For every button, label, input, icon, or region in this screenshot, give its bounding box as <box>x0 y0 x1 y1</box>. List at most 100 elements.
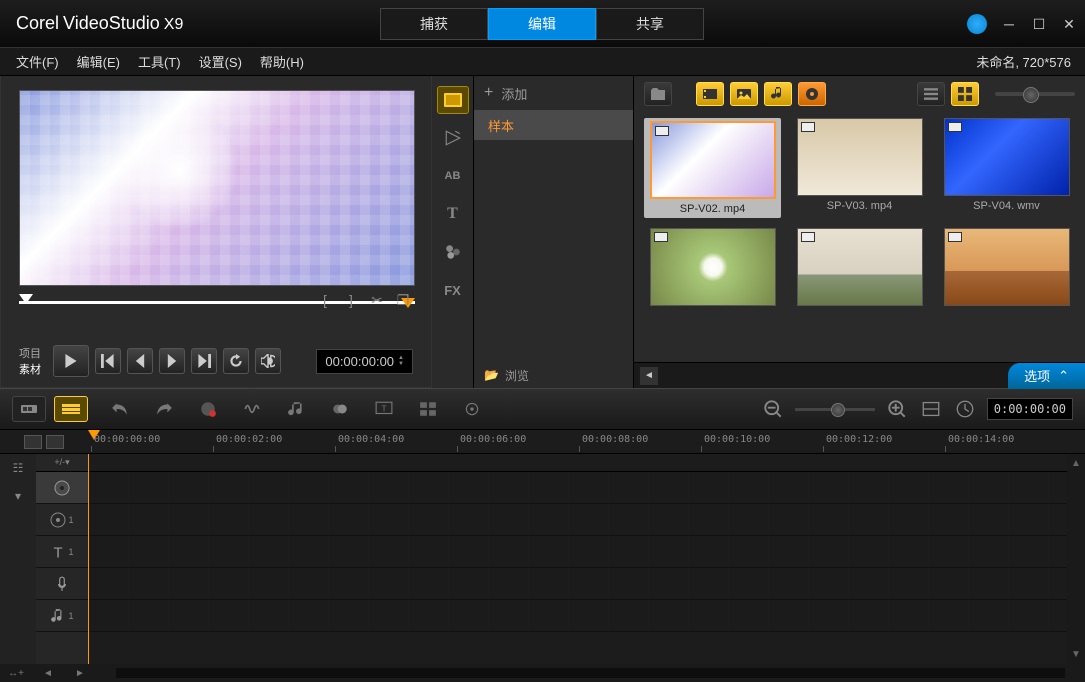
fit-window-button[interactable] <box>919 397 943 421</box>
play-button[interactable] <box>53 345 89 377</box>
undo-button[interactable] <box>108 397 132 421</box>
vtab-filter[interactable]: FX <box>437 276 469 304</box>
go-start-button[interactable] <box>95 348 121 374</box>
menu-file[interactable]: 文件(F) <box>16 52 59 71</box>
filter-photo-button[interactable] <box>730 82 758 106</box>
go-end-button[interactable] <box>191 348 217 374</box>
prev-frame-button[interactable] <box>127 348 153 374</box>
next-frame-button[interactable] <box>159 348 185 374</box>
mark-in-button[interactable]: [ <box>315 290 335 310</box>
chevron-down-icon[interactable]: ▾ <box>8 488 28 504</box>
filter-video-button[interactable] <box>696 82 724 106</box>
vtab-instant[interactable] <box>437 124 469 152</box>
track-row[interactable] <box>88 600 1067 632</box>
library-clip[interactable]: SP-V04. wmv <box>938 118 1075 218</box>
redo-button[interactable] <box>152 397 176 421</box>
track-row[interactable] <box>88 504 1067 536</box>
scrub-head-icon[interactable] <box>19 294 33 304</box>
tab-capture[interactable]: 捕获 <box>380 8 488 40</box>
tab-edit[interactable]: 编辑 <box>488 8 596 40</box>
menu-settings[interactable]: 设置(S) <box>199 52 242 71</box>
mode-clip-label[interactable]: 素材 <box>19 361 41 377</box>
library-clip[interactable]: SP-V02. mp4 <box>644 118 781 218</box>
filter-audio-button[interactable] <box>764 82 792 106</box>
timeline-zoom-slider[interactable] <box>795 408 875 411</box>
track-row[interactable] <box>88 536 1067 568</box>
timeline-ruler[interactable]: 00:00:00:0000:00:02:0000:00:04:0000:00:0… <box>88 430 1085 453</box>
library-clip[interactable]: SP-V03. mp4 <box>791 118 928 218</box>
filter-free-button[interactable] <box>798 82 826 106</box>
ruler-btn-2[interactable] <box>46 435 64 449</box>
add-remove-track[interactable]: +/-▾ <box>36 454 88 472</box>
track-voice[interactable] <box>36 568 88 600</box>
zoom-out-button[interactable] <box>761 397 785 421</box>
library-clip[interactable] <box>791 228 928 310</box>
library-clip[interactable] <box>644 228 781 310</box>
expand-button[interactable]: ↔+ <box>4 666 28 680</box>
add-folder-button[interactable]: + 添加 <box>474 76 633 110</box>
maximize-button[interactable]: ☐ <box>1031 16 1047 32</box>
auto-music-button[interactable] <box>284 397 308 421</box>
tab-share[interactable]: 共享 <box>596 8 704 40</box>
mark-out-button[interactable]: ] <box>341 290 361 310</box>
scroll-down-icon[interactable]: ▼ <box>1071 649 1081 660</box>
playhead-line[interactable] <box>88 454 89 664</box>
chroma-button[interactable] <box>328 397 352 421</box>
track-row[interactable] <box>88 472 1067 504</box>
track-overlay[interactable]: 1 <box>36 504 88 536</box>
scroll-up-icon[interactable]: ▲ <box>1071 458 1081 469</box>
track-video[interactable] <box>36 472 88 504</box>
preview-viewport[interactable] <box>19 90 415 286</box>
scroll-right-icon[interactable]: ► <box>68 666 92 680</box>
thumb-size-slider[interactable] <box>995 92 1075 96</box>
ruler-btn-1[interactable] <box>24 435 42 449</box>
preview-timecode[interactable]: 00:00:00:00 ▲▼ <box>316 349 413 374</box>
scroll-left-icon[interactable]: ◄ <box>36 666 60 680</box>
import-button[interactable] <box>644 82 672 106</box>
ruler-tick: 00:00:10:00 <box>704 434 770 445</box>
track-row[interactable] <box>88 568 1067 600</box>
vtab-media[interactable] <box>437 86 469 114</box>
vtab-title[interactable]: T <box>437 200 469 228</box>
library-clip[interactable] <box>938 228 1075 310</box>
timeline-hscroll[interactable] <box>116 668 1065 678</box>
timeline-tracks[interactable] <box>88 454 1067 664</box>
chevron-up-icon: ⌃ <box>1058 368 1069 384</box>
browse-button[interactable]: 📂 浏览 <box>474 362 529 388</box>
vtab-transition[interactable]: AB <box>437 162 469 190</box>
view-list-button[interactable] <box>917 82 945 106</box>
split-button[interactable]: ✂ <box>367 290 387 310</box>
zoom-in-button[interactable] <box>885 397 909 421</box>
project-duration-button[interactable] <box>953 397 977 421</box>
storyboard-mode-button[interactable] <box>12 396 46 422</box>
folder-sample[interactable]: 样本 <box>474 110 633 140</box>
ruler-tick: 00:00:02:00 <box>216 434 282 445</box>
record-button[interactable] <box>196 397 220 421</box>
menu-edit[interactable]: 编辑(E) <box>77 52 120 71</box>
track-music[interactable]: 1 <box>36 600 88 632</box>
volume-button[interactable] <box>255 348 281 374</box>
track-motion-button[interactable] <box>460 397 484 421</box>
timeline-vscroll[interactable]: ▲ ▼ <box>1067 454 1085 664</box>
track-title[interactable]: T1 <box>36 536 88 568</box>
audio-mixer-button[interactable] <box>240 397 264 421</box>
repeat-button[interactable] <box>223 348 249 374</box>
timeline-timecode[interactable]: 0:00:00:00 <box>987 398 1073 420</box>
timeline-mode-button[interactable] <box>54 396 88 422</box>
ruler-tick: 00:00:00:00 <box>94 434 160 445</box>
globe-icon[interactable] <box>967 14 987 34</box>
view-grid-button[interactable] <box>951 82 979 106</box>
menu-help[interactable]: 帮助(H) <box>260 52 304 71</box>
mode-project-label[interactable]: 项目 <box>19 345 41 361</box>
subtitle-button[interactable]: T <box>372 397 396 421</box>
minimize-button[interactable]: ─ <box>1001 16 1017 32</box>
snapshot-button[interactable]: ❐ <box>393 290 413 310</box>
menu-tools[interactable]: 工具(T) <box>138 52 181 71</box>
vtab-graphic[interactable] <box>437 238 469 266</box>
close-button[interactable]: ✕ <box>1061 16 1077 32</box>
library-toolbar <box>634 76 1085 112</box>
track-manager-button[interactable]: ☷ <box>8 460 28 476</box>
options-button[interactable]: 选项 ⌃ <box>1008 363 1085 389</box>
multicam-button[interactable] <box>416 397 440 421</box>
scroll-left-button[interactable]: ◄ <box>640 367 658 385</box>
